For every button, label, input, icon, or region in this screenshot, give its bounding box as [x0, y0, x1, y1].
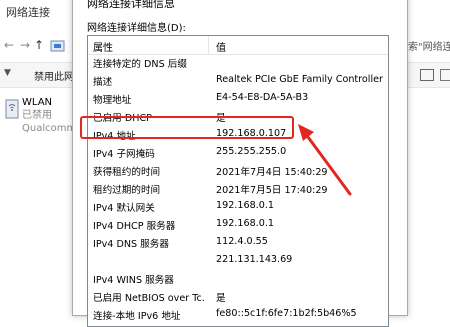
row-property: 已启用 NetBIOS over Tc... — [93, 293, 205, 304]
row-value: 221.131.143.69 — [216, 254, 293, 265]
chevron-down-icon[interactable]: ▼ — [4, 68, 11, 78]
detail-row[interactable]: IPv4 DHCP 服务器 192.168.0.1 — [88, 217, 388, 233]
forward-button[interactable]: → — [20, 38, 30, 52]
row-value: E4-54-E8-DA-5A-B3 — [216, 92, 309, 103]
adapter-device: Qualcomm — [22, 123, 77, 134]
row-value: 192.168.0.1 — [216, 200, 274, 211]
row-property: IPv4 DHCP 服务器 — [93, 221, 176, 232]
detail-row[interactable]: IPv4 默认网关 192.168.0.1 — [88, 199, 388, 215]
row-value: 是 — [216, 293, 226, 304]
row-property: IPv4 子网掩码 — [93, 149, 155, 160]
detail-row[interactable]: IPv4 DNS 服务器 112.4.0.55 — [88, 235, 388, 251]
row-value: 2021年7月5日 17:40:29 — [216, 185, 328, 196]
detail-row[interactable]: 连接特定的 DNS 后缀 — [88, 55, 388, 71]
network-folder-icon — [50, 40, 65, 52]
up-button[interactable]: ↑ — [34, 38, 44, 52]
wlan-adapter-icon[interactable] — [4, 98, 20, 122]
list-header: 属性 值 — [88, 36, 388, 55]
column-header-property[interactable]: 属性 — [93, 39, 113, 54]
column-divider[interactable] — [208, 36, 209, 54]
detail-row[interactable]: 获得租约的时间 2021年7月4日 15:40:29 — [88, 163, 388, 179]
row-property: 获得租约的时间 — [93, 167, 161, 178]
back-button[interactable]: ← — [4, 38, 14, 52]
detail-row[interactable]: 已启用 NetBIOS over Tc... 是 — [88, 289, 388, 305]
adapter-status: 已禁用 — [22, 110, 52, 121]
details-list[interactable]: 属性 值 连接特定的 DNS 后缀 描述 Realtek PCIe GbE Fam… — [87, 35, 389, 327]
dialog-title: 网络连接详细信息 — [87, 0, 175, 10]
details-label: 网络连接详细信息(D): — [87, 23, 186, 34]
disable-device-button[interactable]: 禁用此网 — [34, 68, 74, 83]
row-property: 描述 — [93, 77, 113, 88]
row-value: Realtek PCIe GbE Family Controller — [216, 74, 383, 85]
row-value: 112.4.0.55 — [216, 236, 268, 247]
change-view-icon[interactable] — [420, 69, 434, 81]
detail-row[interactable]: 物理地址 E4-54-E8-DA-5A-B3 — [88, 91, 388, 107]
column-header-value[interactable]: 值 — [216, 39, 226, 54]
detail-row[interactable]: IPv4 子网掩码 255.255.255.0 — [88, 145, 388, 161]
row-value: 2021年7月4日 15:40:29 — [216, 167, 328, 178]
row-value: 255.255.255.0 — [216, 146, 287, 157]
row-value: 192.168.0.1 — [216, 218, 274, 229]
ipv4-address-highlight — [80, 116, 294, 139]
row-property: IPv4 DNS 服务器 — [93, 239, 169, 250]
preview-pane-icon[interactable] — [440, 69, 450, 81]
row-property: 物理地址 — [93, 95, 132, 106]
row-value: fe80::5c1f:6fe7:1b2f:5b46%5 — [216, 308, 357, 319]
row-property: 连接-本地 IPv6 地址 — [93, 311, 181, 322]
detail-row[interactable]: 描述 Realtek PCIe GbE Family Controller — [88, 73, 388, 89]
row-property: 连接特定的 DNS 后缀 — [93, 59, 187, 70]
row-property: 租约过期的时间 — [93, 185, 161, 196]
explorer-title: 网络连接 — [6, 6, 50, 19]
row-property: IPv4 WINS 服务器 — [93, 275, 174, 286]
detail-row[interactable]: 租约过期的时间 2021年7月5日 17:40:29 — [88, 181, 388, 197]
adapter-name: WLAN — [22, 97, 53, 108]
row-property: IPv4 默认网关 — [93, 203, 155, 214]
detail-row[interactable]: 221.131.143.69 — [88, 253, 388, 269]
detail-row[interactable]: 连接-本地 IPv6 地址 fe80::5c1f:6fe7:1b2f:5b46%5 — [88, 307, 388, 323]
detail-row[interactable]: IPv4 WINS 服务器 — [88, 271, 388, 287]
connection-details-dialog: 网络连接详细信息 网络连接详细信息(D): 属性 值 连接特定的 DNS 后缀 … — [72, 0, 408, 327]
wlan-adapter-item[interactable]: WLAN 已禁用 Qualcomm — [22, 96, 76, 135]
